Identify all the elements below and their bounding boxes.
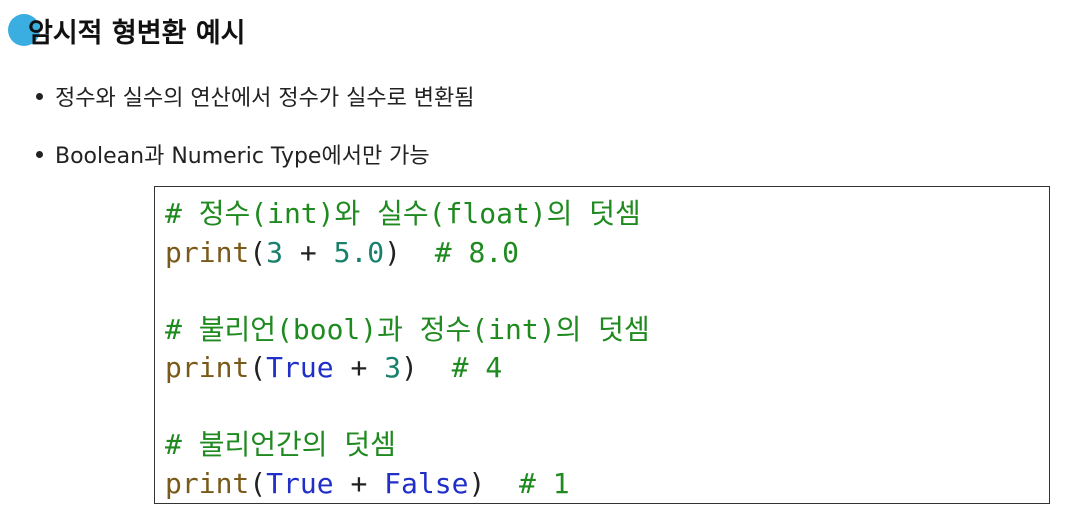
code-number: 3 [266,235,284,269]
code-keyword: False [384,466,469,500]
code-line: # 불리언(bool)과 정수(int)의 덧셈 [165,311,1039,350]
bullet-text: Boolean과 Numeric Type에서만 가능 [55,144,430,169]
code-line: print(3 + 5.0) # 8.0 [165,234,1039,273]
bullet-text: 정수와 실수의 연산에서 정수가 실수로 변환됨 [55,86,475,111]
code-function: print [165,466,250,500]
code-operator: + [283,235,334,269]
code-number: 5.0 [333,235,385,269]
code-paren: ) [468,466,486,500]
code-line: # 정수(int)와 실수(float)의 덧셈 [165,195,1039,234]
bullet-dot-icon [36,92,43,100]
code-function: print [165,235,250,269]
code-paren: ) [384,235,402,269]
page-title: 암시적 형변환 예시 [28,18,246,49]
bullet-item: 정수와 실수의 연산에서 정수가 실수로 변환됨 [34,76,475,116]
code-line: print(True + 3) # 4 [165,349,1039,388]
code-comment: # 불리언간의 덧셈 [165,428,396,461]
code-line: # 불리언간의 덧셈 [165,426,1039,465]
code-block: # 정수(int)와 실수(float)의 덧셈 print(3 + 5.0) … [154,186,1050,504]
code-keyword: True [266,351,334,384]
code-paren: ( [249,351,267,384]
code-comment: # 불리언(bool)과 정수(int)의 덧셈 [165,312,650,346]
code-comment: # 8.0 [434,235,520,269]
code-paren: ( [249,235,267,269]
code-comment: # 1 [519,466,570,500]
code-operator: + [333,351,385,384]
code-keyword: True [266,466,334,500]
code-paren: ) [401,351,418,384]
code-comment: # 정수(int)와 실수(float)의 덧셈 [165,197,641,230]
code-number: 3 [384,351,402,384]
code-operator: + [333,466,385,500]
code-paren: ( [249,466,267,500]
code-comment: # 4 [451,351,503,384]
bullet-item: Boolean과 Numeric Type에서만 가능 [34,134,475,174]
slide: 암시적 형변환 예시 정수와 실수의 연산에서 정수가 실수로 변환됨 Bool… [0,0,1070,524]
code-line: print(True + False) # 1 [165,465,1039,504]
bullet-list: 정수와 실수의 연산에서 정수가 실수로 변환됨 Boolean과 Numeri… [34,76,475,192]
code-function: print [165,351,250,384]
bullet-dot-icon [36,150,43,158]
